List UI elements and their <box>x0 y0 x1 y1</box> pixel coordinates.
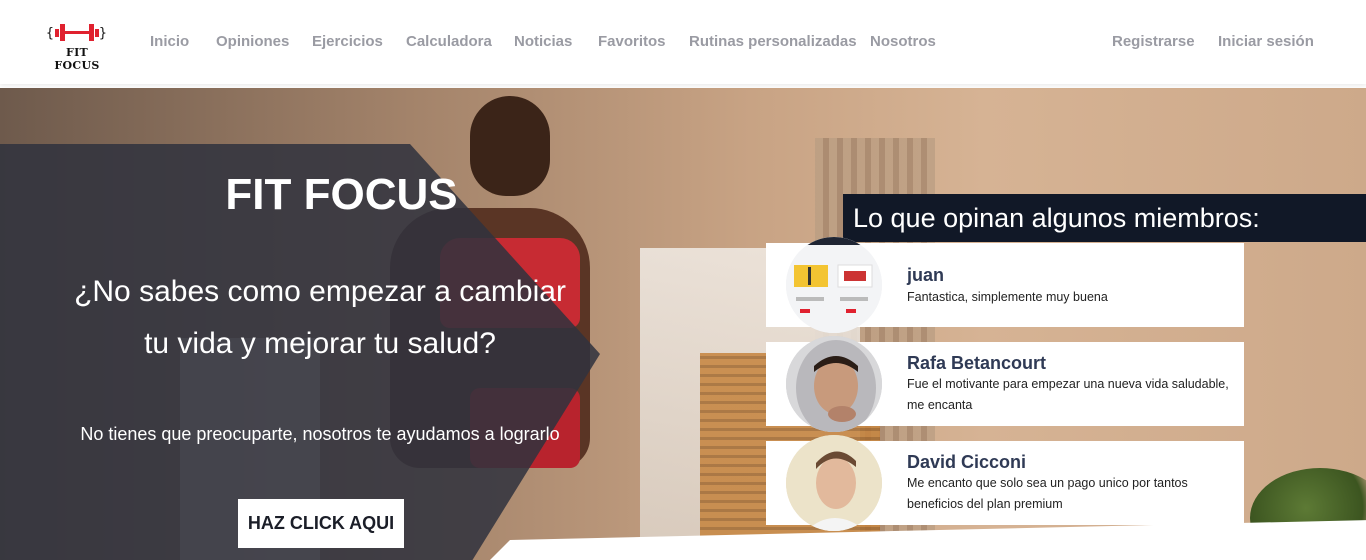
opinion-text: Me encanto que solo sea un pago unico po… <box>907 476 1188 511</box>
avatar <box>786 435 882 531</box>
hero-question: ¿No sabes como empezar a cambiar tu vida… <box>40 266 600 370</box>
opinion-name: juan <box>907 265 945 285</box>
nav-link-calculadora[interactable]: Calculadora <box>406 33 492 50</box>
hero-section: FIT FOCUS ¿No sabes como empezar a cambi… <box>0 88 1366 560</box>
opinion-text: Fue el motivante para empezar una nueva … <box>907 377 1229 412</box>
hero-title: FIT FOCUS <box>225 170 458 219</box>
user-photo <box>786 435 882 531</box>
nav-link-noticias[interactable]: Noticias <box>514 33 572 50</box>
svg-text:{: { <box>46 26 54 41</box>
nav-link-favoritos[interactable]: Favoritos <box>598 33 666 50</box>
hero-question-line-2: tu vida y mejorar tu salud? <box>144 327 496 360</box>
hero-question-line-1: ¿No sabes como empezar a cambiar <box>74 275 566 308</box>
opinion-card: Rafa Betancourt Fue el motivante para em… <box>766 336 1244 432</box>
opinion-name: David Cicconi <box>907 452 1027 472</box>
nav-link-rutinas[interactable]: Rutinas personalizadas <box>689 33 857 50</box>
logo-text: FIT FOCUS <box>54 46 100 72</box>
svg-text:}: } <box>99 26 107 41</box>
opinions-title: Lo que opinan algunos miembros: <box>843 194 1366 242</box>
opinion-text: Fantastica, simplemente muy buena <box>907 290 1108 304</box>
nav-link-inicio[interactable]: Inicio <box>150 33 189 50</box>
top-navbar: { } FIT FOCUS Inicio Opiniones Ejercicio… <box>0 0 1366 84</box>
avatar <box>786 336 882 432</box>
opinion-card: David Cicconi Me encanto que solo sea un… <box>766 435 1244 531</box>
register-link[interactable]: Registrarse <box>1112 33 1195 50</box>
opinion-card: juan Fantastica, simplemente muy buena <box>766 237 1244 333</box>
screenshot-thumbnail <box>786 237 882 333</box>
cta-button[interactable]: HAZ CLICK AQUI <box>238 499 404 548</box>
nav-link-ejercicios[interactable]: Ejercicios <box>312 33 383 50</box>
user-photo <box>786 336 882 432</box>
fit-focus-logo[interactable]: { } FIT FOCUS <box>46 20 108 72</box>
nav-link-nosotros[interactable]: Nosotros <box>870 33 936 50</box>
nav-link-opiniones[interactable]: Opiniones <box>216 33 289 50</box>
avatar <box>786 237 882 333</box>
dumbbell-icon: { } <box>46 24 107 41</box>
login-link[interactable]: Iniciar sesión <box>1218 33 1314 50</box>
opinion-name: Rafa Betancourt <box>907 353 1047 373</box>
hero-subtitle: No tienes que preocuparte, nosotros te a… <box>80 424 560 444</box>
